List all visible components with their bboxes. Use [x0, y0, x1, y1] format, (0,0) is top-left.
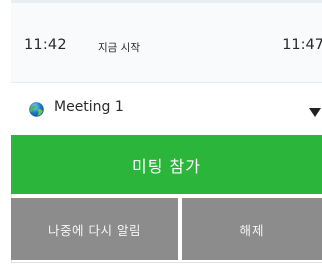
meeting-title: Meeting 1	[54, 99, 124, 115]
start-time: 11:42	[24, 37, 67, 53]
caret-down-icon[interactable]	[309, 103, 321, 117]
dismiss-button[interactable]: 해제	[182, 198, 322, 260]
join-meeting-button[interactable]: 미팅 참가	[11, 135, 322, 194]
secondary-actions: 나중에 다시 알림 해제	[11, 198, 322, 260]
meeting-time-row: 11:42 지금 시작 11:47	[11, 3, 322, 83]
remind-later-button[interactable]: 나중에 다시 알림	[11, 198, 178, 260]
meeting-selector[interactable]: Meeting 1	[11, 83, 322, 135]
start-now-label: 지금 시작	[98, 42, 140, 54]
meeting-reminder-card: 11:42 지금 시작 11:47 Meeting 1 미팅 참가 나중에 다시…	[0, 0, 322, 265]
globe-icon	[29, 102, 44, 117]
end-time: 11:47	[282, 37, 322, 53]
